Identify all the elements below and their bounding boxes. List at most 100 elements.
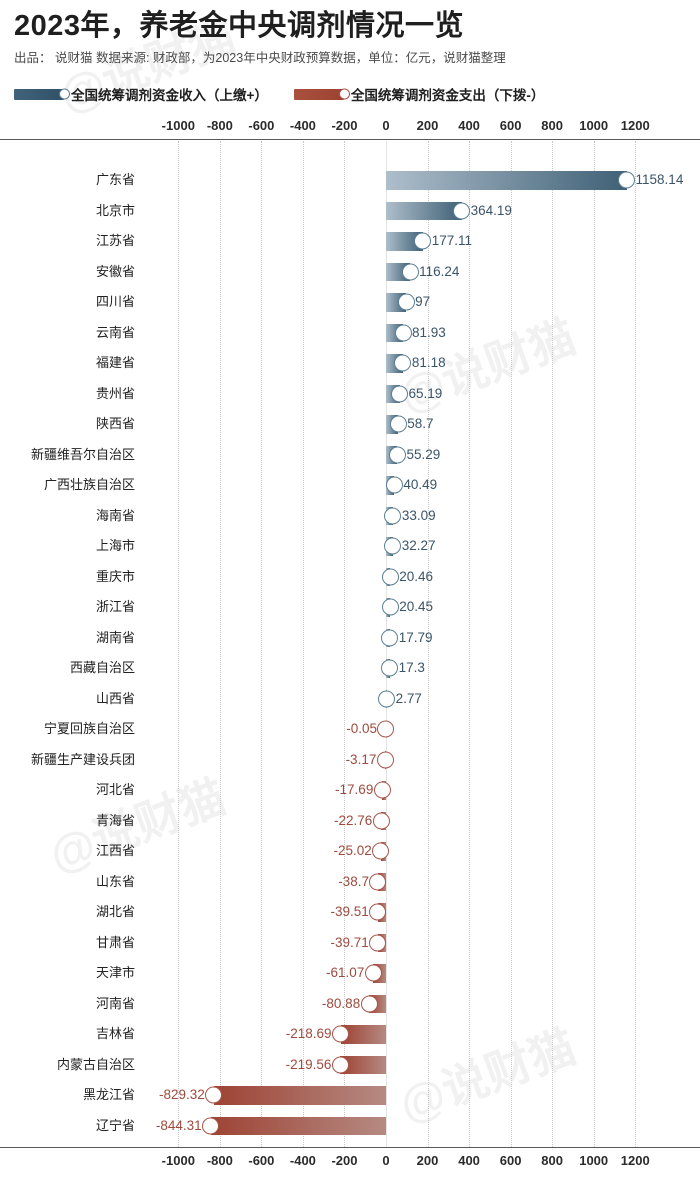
chart-row[interactable]: 四川省 97 <box>0 287 700 318</box>
x-axis-tick-label: 1000 <box>579 118 609 133</box>
value-label: 20.45 <box>399 599 434 614</box>
chart-row[interactable]: 陕西省 58.7 <box>0 409 700 440</box>
bar-endpoint-marker <box>381 629 399 647</box>
value-label: 97 <box>415 294 431 309</box>
bar-endpoint-marker <box>332 1025 350 1043</box>
x-axis-tick-label: 600 <box>499 118 522 133</box>
x-axis-top: -1000 -800 -600 -400 -200 0 200 400 600 800 1000 12… <box>0 117 700 135</box>
chart-row[interactable]: 上海市 32.27 <box>0 531 700 562</box>
category-label: 河南省 <box>95 995 135 1011</box>
bar-endpoint-marker <box>394 354 412 372</box>
category-label: 陕西省 <box>95 416 135 431</box>
chart-row[interactable]: 河南省 -80.88 <box>0 989 700 1020</box>
chart-row[interactable]: 山西省 2.77 <box>0 684 700 715</box>
bar[interactable] <box>386 201 462 220</box>
chart-row[interactable]: 宁夏回族自治区 -0.05 <box>0 714 700 745</box>
value-label: 65.19 <box>408 385 443 401</box>
value-label: -25.02 <box>333 843 372 858</box>
chart-row[interactable]: 吉林省 -218.69 <box>0 1019 700 1050</box>
category-label: 福建省 <box>95 355 135 370</box>
bar[interactable] <box>386 171 627 190</box>
chart-row[interactable]: 安徽省 116.24 <box>0 257 700 288</box>
bar-endpoint-marker <box>364 964 382 982</box>
bar-endpoint-marker <box>369 903 387 921</box>
chart-row[interactable]: 北京市 364.19 <box>0 196 700 227</box>
bar-endpoint-marker <box>384 537 402 555</box>
x-axis-tick-label: 200 <box>416 1153 439 1168</box>
value-label: -844.31 <box>155 1117 202 1133</box>
value-label: -0.05 <box>346 721 377 736</box>
value-label: 1158.14 <box>635 172 684 187</box>
bar[interactable] <box>210 1116 386 1135</box>
value-label: 116.24 <box>419 263 460 279</box>
chart-row[interactable]: 湖南省 17.79 <box>0 623 700 654</box>
value-label: 81.93 <box>412 324 446 340</box>
chart-row[interactable]: 辽宁省 -844.31 <box>0 1111 700 1142</box>
chart-row[interactable]: 山东省 -38.7 <box>0 867 700 898</box>
legend-item[interactable]: 全国统筹调剂资金收入（上缴+） <box>14 84 268 104</box>
bar-endpoint-marker <box>453 202 471 220</box>
chart-plot-area: 广东省 1158.14 北京市 364.19 江苏省 177.11 安徽省 116.24 四川省… <box>0 141 700 1147</box>
bar[interactable] <box>213 1086 386 1105</box>
category-label: 江西省 <box>95 843 135 858</box>
x-axis-tick-label: -600 <box>248 118 275 133</box>
value-label: 17.79 <box>398 629 433 645</box>
bar-endpoint-marker <box>394 324 412 342</box>
category-label: 湖北省 <box>95 904 135 919</box>
chart-row[interactable]: 江苏省 177.11 <box>0 226 700 257</box>
bar-endpoint-marker <box>391 385 409 403</box>
legend-label: 全国统筹调剂资金支出（下拨-） <box>350 88 545 103</box>
bar-endpoint-marker <box>331 1056 349 1074</box>
bar-endpoint-marker <box>202 1117 220 1135</box>
x-axis-tick-label: 0 <box>382 1153 390 1168</box>
value-label: -17.69 <box>335 782 374 797</box>
value-label: 55.29 <box>406 446 441 462</box>
x-axis-tick-label: 400 <box>458 1153 480 1168</box>
bar-endpoint-marker <box>378 690 396 708</box>
chart-row[interactable]: 青海省 -22.76 <box>0 806 700 837</box>
category-label: 贵州省 <box>95 385 135 401</box>
legend-label: 全国统筹调剂资金收入（上缴+） <box>71 88 268 103</box>
chart-row[interactable]: 湖北省 -39.51 <box>0 897 700 928</box>
bar-endpoint-marker <box>384 507 402 525</box>
chart-row[interactable]: 重庆市 20.46 <box>0 562 700 593</box>
legend-knob-icon <box>59 88 70 100</box>
x-axis-bottom: -1000 -800 -600 -400 -200 0 200 400 600 800 1000 12… <box>0 1152 700 1170</box>
bar-endpoint-marker <box>385 476 403 494</box>
value-label: 81.18 <box>411 355 446 370</box>
chart-row[interactable]: 新疆生产建设兵团 -3.17 <box>0 745 700 776</box>
chart-row[interactable]: 新疆维吾尔自治区 55.29 <box>0 440 700 471</box>
value-label: -3.17 <box>345 751 377 767</box>
x-axis-tick-label: 600 <box>499 1153 522 1168</box>
chart-row[interactable]: 广西壮族自治区 40.49 <box>0 470 700 501</box>
chart-row[interactable]: 内蒙古自治区 -219.56 <box>0 1050 700 1081</box>
category-label: 天津市 <box>95 965 135 980</box>
x-axis-tick-label: -200 <box>331 118 358 133</box>
chart-row[interactable]: 浙江省 20.45 <box>0 592 700 623</box>
chart-row[interactable]: 河北省 -17.69 <box>0 775 700 806</box>
category-label: 辽宁省 <box>95 1117 135 1133</box>
chart-row[interactable]: 云南省 81.93 <box>0 318 700 349</box>
chart-row[interactable]: 天津市 -61.07 <box>0 958 700 989</box>
axis-rule-top <box>0 139 700 140</box>
value-label: 364.19 <box>470 202 512 218</box>
chart-row[interactable]: 甘肃省 -39.71 <box>0 928 700 959</box>
value-label: -829.32 <box>158 1087 205 1102</box>
bar-endpoint-marker <box>397 293 415 311</box>
category-label: 青海省 <box>95 812 135 828</box>
chart-row[interactable]: 西藏自治区 17.3 <box>0 653 700 684</box>
x-axis-tick-label: -800 <box>206 1153 233 1168</box>
chart-row[interactable]: 广东省 1158.14 <box>0 165 700 196</box>
bar-endpoint-marker <box>414 232 432 250</box>
value-label: 17.3 <box>398 660 425 675</box>
chart-row[interactable]: 贵州省 65.19 <box>0 379 700 410</box>
chart-row[interactable]: 黑龙江省 -829.32 <box>0 1080 700 1111</box>
chart-row[interactable]: 福建省 81.18 <box>0 348 700 379</box>
category-label: 安徽省 <box>95 263 135 279</box>
legend-item[interactable]: 全国统筹调剂资金支出（下拨-） <box>293 84 545 104</box>
x-axis-tick-label: 1000 <box>579 1153 609 1168</box>
chart-row[interactable]: 海南省 33.09 <box>0 501 700 532</box>
x-axis-tick-label: -600 <box>248 1153 275 1168</box>
x-axis-tick-label: 1200 <box>620 1153 650 1168</box>
chart-row[interactable]: 江西省 -25.02 <box>0 836 700 867</box>
